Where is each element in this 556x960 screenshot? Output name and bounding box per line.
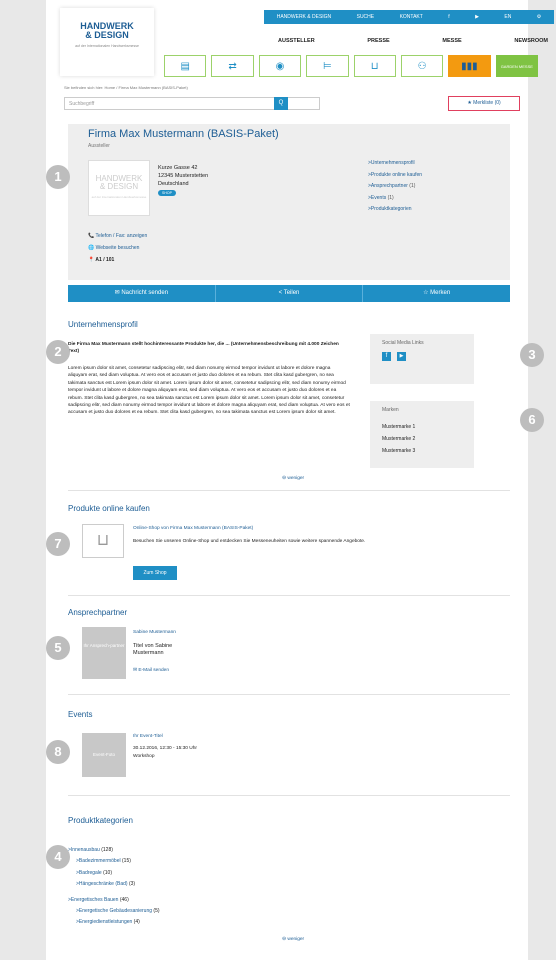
- divider: [68, 694, 510, 695]
- categories-less-toggle[interactable]: ⊖ weniger: [282, 936, 304, 943]
- event-photo: Event-Foto: [82, 733, 126, 777]
- section-links: >Unternehmensprofil >Produkte online kau…: [368, 158, 422, 216]
- marker-badge: 4: [46, 845, 70, 869]
- category-icon-bar: ▤ ⇄ ◉ ⊨ ⊔ ⚇ ▮▮▮ GARDEN MESSE: [164, 55, 538, 77]
- company-contact-links: 📞 Telefon / Fax: anzeigen 🌐 Webseite bes…: [88, 230, 147, 266]
- nav-newsroom[interactable]: NEWSROOM: [514, 38, 548, 44]
- profile-less-toggle[interactable]: ⊖ weniger: [282, 475, 304, 482]
- marker-badge: 7: [46, 532, 70, 556]
- send-message-button[interactable]: ✉ Nachricht senden: [68, 285, 216, 302]
- event-date: 30.12.2016, 12:30 - 15:30 Uhr: [133, 746, 198, 751]
- cart-icon[interactable]: ⊔: [353, 55, 396, 77]
- profile-intro: Die Firma Max Mustermann stellt hochinte…: [68, 342, 339, 355]
- divider: [68, 595, 510, 596]
- category-item[interactable]: >Energiedienstleistungen (4): [68, 917, 160, 928]
- category-item[interactable]: >Innenausbau (128): [68, 845, 160, 856]
- link-shop[interactable]: >Produkte online kaufen: [368, 170, 422, 182]
- contact-title: Ansprechpartner: [68, 608, 128, 617]
- language-icon[interactable]: EN: [504, 14, 511, 20]
- bed-icon[interactable]: ⊨: [306, 55, 349, 77]
- shop-button[interactable]: Zum Shop: [133, 566, 177, 580]
- merkliste-button[interactable]: ★ Merkliste (0): [448, 96, 520, 111]
- main-nav: AUSSTELLER PRESSE MESSE NEWSROOM: [278, 38, 548, 44]
- hw-logo-icon[interactable]: ▮▮▮: [448, 55, 491, 77]
- topbar-search-link[interactable]: SUCHE: [357, 14, 375, 20]
- contact-name: Sabine Mustermann: [133, 630, 176, 635]
- category-item[interactable]: >Badezimmermöbel (15): [68, 856, 160, 867]
- youtube-icon[interactable]: ▶: [475, 14, 479, 20]
- category-list: >Innenausbau (128) >Badezimmermöbel (15)…: [68, 845, 160, 929]
- event-type: Workshop: [133, 754, 155, 759]
- site-logo[interactable]: HANDWERK & DESIGN auf der Internationale…: [60, 8, 154, 76]
- breadcrumb: Sie befinden sich hier: Home / Firma Max…: [64, 85, 188, 90]
- brand-item: Mustermarke 1: [382, 424, 416, 430]
- cart-icon: ⊔: [82, 524, 124, 558]
- exchange-icon[interactable]: ⇄: [211, 55, 254, 77]
- category-item[interactable]: >Badregale (10): [68, 868, 160, 879]
- brands-box: Marken Mustermarke 1 Mustermarke 2 Muste…: [370, 401, 474, 468]
- settings-icon[interactable]: ⚙: [537, 14, 541, 20]
- shop-desc: Besuchen Sie unseren Online-Shop und ent…: [133, 539, 366, 544]
- brands-title: Marken: [382, 407, 399, 413]
- search-button[interactable]: Q: [274, 97, 288, 110]
- garden-icon[interactable]: GARDEN MESSE: [495, 55, 538, 77]
- phone-link[interactable]: 📞 Telefon / Fax: anzeigen: [88, 230, 147, 242]
- website-link[interactable]: 🌐 Webseite besuchen: [88, 242, 147, 254]
- people-icon[interactable]: ⚇: [400, 55, 444, 77]
- marker-badge: 3: [520, 343, 544, 367]
- link-categories[interactable]: >Produktkategorien: [368, 204, 422, 216]
- bookmark-button[interactable]: ☆ Merken: [363, 285, 510, 302]
- category-item[interactable]: >Energetisches Bauen (46): [68, 895, 160, 906]
- profile-body: Lorem ipsum dolor sit amet, consetetur s…: [68, 366, 350, 416]
- facebook-icon[interactable]: f: [448, 14, 449, 20]
- marker-badge: 6: [520, 408, 544, 432]
- booth-location: 📍 A1 / 101: [88, 257, 115, 263]
- marker-badge: 5: [46, 636, 70, 660]
- topbar-home-link[interactable]: HANDWERK & DESIGN: [277, 14, 331, 20]
- marker-badge: 1: [46, 165, 70, 189]
- shop-link[interactable]: Online-Shop von Firma Max Mustermann (BA…: [133, 525, 383, 532]
- company-card: Firma Max Mustermann (BASIS-Paket) Ausst…: [68, 124, 510, 280]
- nav-aussteller[interactable]: AUSSTELLER: [278, 38, 315, 44]
- contact-role: Titel von Sabine Mustermann: [133, 643, 173, 657]
- category-item[interactable]: >Energetische Gebäudesanierung (5): [68, 906, 160, 917]
- company-type: Aussteller: [88, 143, 110, 149]
- nav-presse[interactable]: PRESSE: [367, 38, 389, 44]
- contact-photo: Ihr Ansprech-partner: [82, 627, 126, 679]
- events-title: Events: [68, 710, 93, 719]
- document-icon[interactable]: ▤: [164, 55, 207, 77]
- youtube-icon[interactable]: ▶: [397, 352, 406, 361]
- company-name: Firma Max Mustermann (BASIS-Paket): [88, 128, 279, 140]
- company-address: Kurze Gasse 42 12345 Musterstetten Deuts…: [158, 165, 209, 187]
- social-title: Social Media Links: [382, 340, 424, 346]
- facebook-icon[interactable]: f: [382, 352, 391, 361]
- categories-title: Produktkategorien: [68, 816, 133, 825]
- shop-title: Produkte online kaufen: [68, 504, 150, 513]
- brand-item: Mustermarke 3: [382, 448, 416, 454]
- contact-mail-link[interactable]: ✉ E-Mail senden: [133, 667, 169, 674]
- link-profil[interactable]: >Unternehmensprofil: [368, 158, 422, 170]
- marker-badge: 8: [46, 740, 70, 764]
- action-bar: ✉ Nachricht senden < Teilen ☆ Merken: [68, 285, 510, 302]
- share-button[interactable]: < Teilen: [216, 285, 364, 302]
- marker-badge: 2: [46, 340, 70, 364]
- divider: [68, 795, 510, 796]
- top-bar: HANDWERK & DESIGN SUCHE KONTAKT f ▶ EN ⚙: [264, 10, 554, 24]
- social-box: Social Media Links f ▶: [370, 334, 474, 384]
- shop-badge[interactable]: SHOP: [158, 190, 176, 196]
- topbar-contact-link[interactable]: KONTAKT: [400, 14, 423, 20]
- event-title[interactable]: Ihr Event-Titel: [133, 733, 163, 740]
- category-item[interactable]: >Hängeschränke (Bad) (3): [68, 879, 160, 890]
- divider: [68, 490, 510, 491]
- link-contact[interactable]: >Ansprechpartner (1): [368, 181, 422, 193]
- brand-item: Mustermarke 2: [382, 436, 416, 442]
- profile-title: Unternehmensprofil: [68, 320, 138, 329]
- location-pin-icon[interactable]: ◉: [258, 55, 302, 77]
- link-events[interactable]: >Events (1): [368, 193, 422, 205]
- company-logo: HANDWERK & DESIGN auf der Internationale…: [88, 160, 150, 216]
- nav-messe[interactable]: MESSE: [442, 38, 461, 44]
